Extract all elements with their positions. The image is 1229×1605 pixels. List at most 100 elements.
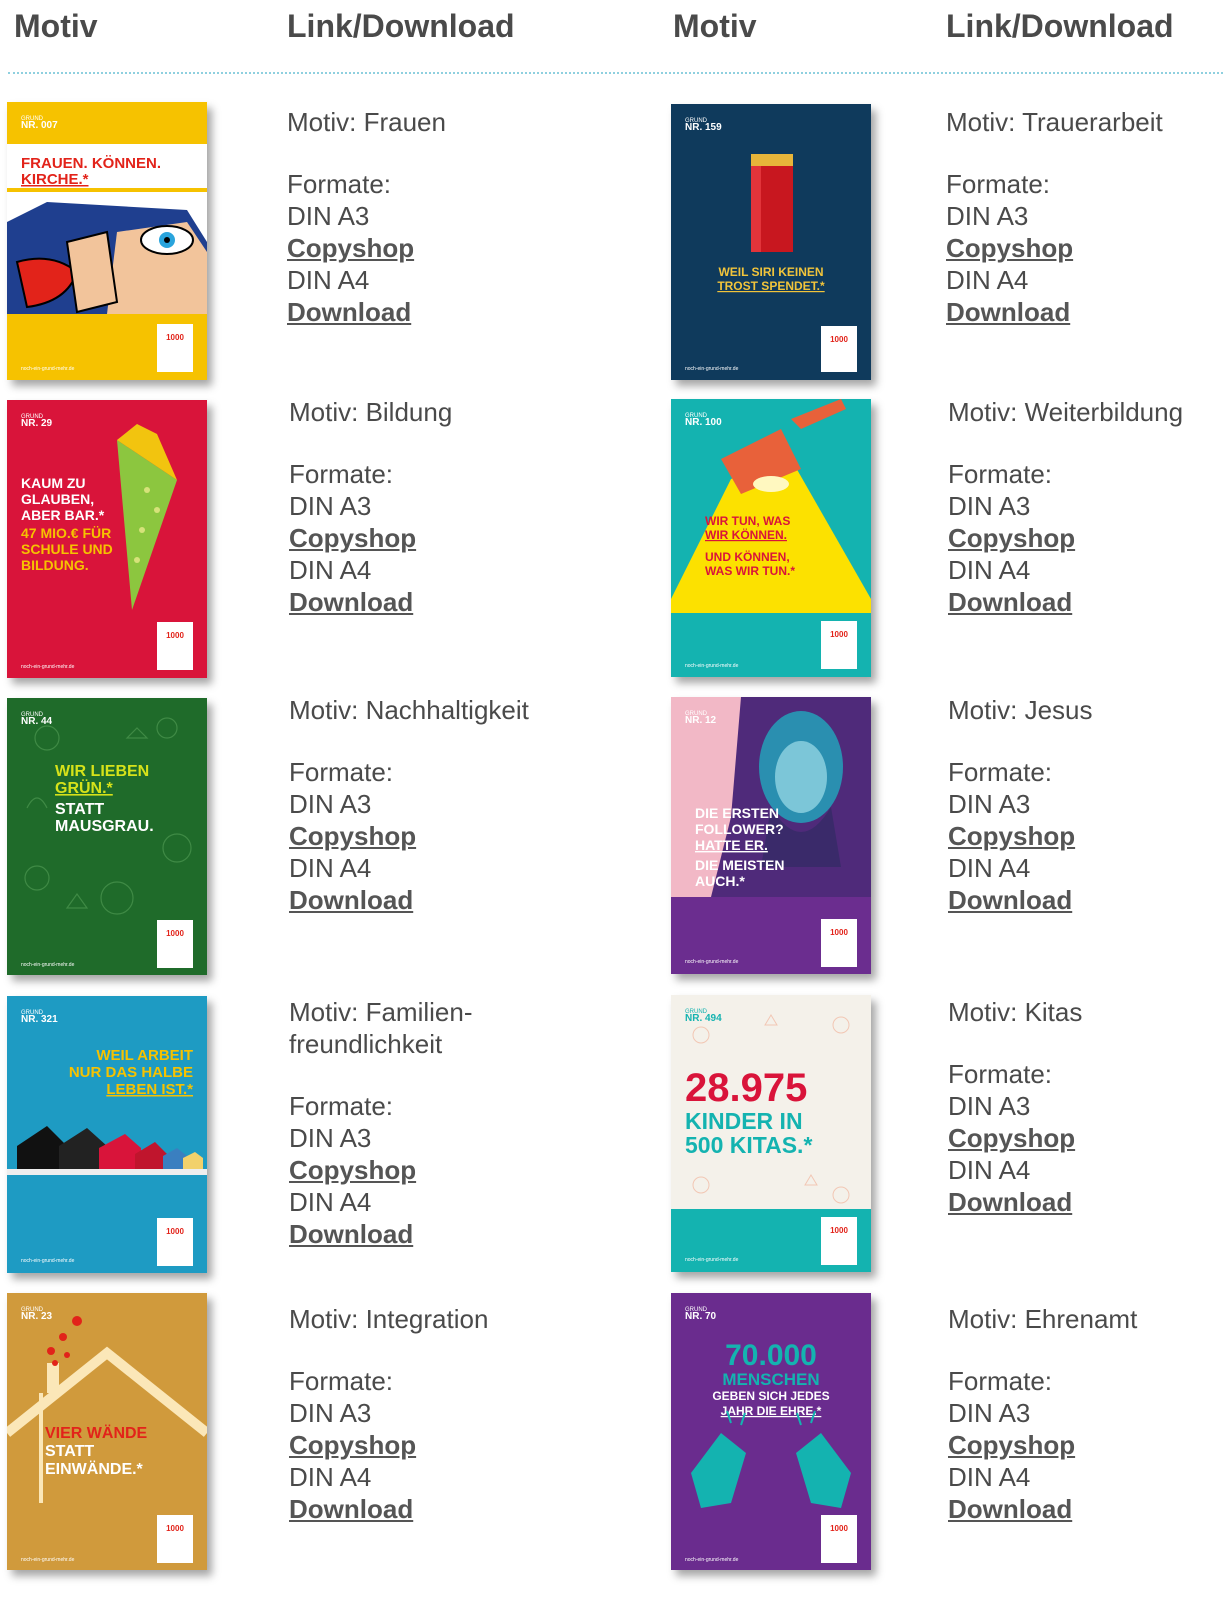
svg-text:1000: 1000 [830, 630, 848, 639]
svg-text:1000: 1000 [830, 928, 848, 937]
download-link[interactable]: Download [289, 884, 559, 916]
format-a4-label: DIN A4 [289, 853, 372, 883]
format-a3-label: DIN A3 [289, 1123, 372, 1153]
formate-label: Formate: [289, 757, 394, 787]
formate-label: Formate: [948, 1366, 1053, 1396]
copyshop-link[interactable]: Copyshop [948, 1122, 1218, 1154]
poster-bildung[interactable]: GRUND NR. 29 KAUM ZU GLAUBEN, ABER BAR.*… [7, 400, 207, 678]
download-link[interactable]: Download [289, 1493, 559, 1525]
poster-number: NR. 23 [21, 1311, 53, 1322]
info-nachhaltigkeit: Motiv: Nachhaltigkeit Formate: DIN A3 Co… [289, 694, 559, 916]
download-link[interactable]: Download [948, 1493, 1218, 1525]
poster-footer: noch-ein-grund-mehr.de [21, 1557, 75, 1563]
svg-text:DIE ERSTEN: DIE ERSTEN [695, 805, 779, 821]
poster-ehrenamt[interactable]: GRUND NR. 70 70.000 MENSCHEN GEBEN SICH … [671, 1293, 871, 1570]
copyshop-link[interactable]: Copyshop [289, 1429, 559, 1461]
copyshop-link[interactable]: Copyshop [289, 1154, 519, 1186]
svg-text:GRÜN.*: GRÜN.* [55, 778, 114, 797]
info-integration: Motiv: Integration Formate: DIN A3 Copys… [289, 1303, 559, 1525]
download-link[interactable]: Download [289, 1218, 519, 1250]
poster-familienfreundlichkeit[interactable]: GRUND NR. 321 WEIL ARBEIT NUR DAS HALBE … [7, 996, 207, 1273]
info-bildung: Motiv: Bildung Formate: DIN A3 Copyshop … [289, 396, 559, 618]
poster-nachhaltigkeit[interactable]: GRUND NR. 44 WIR LIEBEN GRÜN.* STATT MAU… [7, 698, 207, 975]
format-a3-label: DIN A3 [948, 789, 1031, 819]
format-a3-label: DIN A3 [289, 789, 372, 819]
svg-text:500 KITAS.*: 500 KITAS.* [685, 1132, 812, 1158]
info-kitas: Motiv: Kitas Formate: DIN A3 Copyshop DI… [948, 996, 1218, 1218]
download-link[interactable]: Download [289, 586, 559, 618]
download-link[interactable]: Download [948, 586, 1218, 618]
poster-number: NR. 44 [21, 716, 53, 727]
poster-number: NR. 100 [685, 417, 722, 428]
copyshop-link[interactable]: Copyshop [948, 820, 1218, 852]
format-a4-label: DIN A4 [289, 555, 372, 585]
download-link[interactable]: Download [948, 884, 1218, 916]
svg-text:NUR DAS HALBE: NUR DAS HALBE [69, 1064, 193, 1081]
motiv-title: Motiv: Integration [289, 1304, 489, 1334]
poster-footer: noch-ein-grund-mehr.de [685, 663, 739, 669]
svg-text:GEBEN SICH JEDES: GEBEN SICH JEDES [712, 1389, 829, 1403]
poster-footer: noch-ein-grund-mehr.de [685, 366, 739, 372]
format-a3-label: DIN A3 [948, 1398, 1031, 1428]
svg-text:WEIL ARBEIT: WEIL ARBEIT [96, 1047, 193, 1064]
svg-text:28.975: 28.975 [685, 1066, 807, 1110]
format-a4-label: DIN A4 [289, 1462, 372, 1492]
svg-text:WIR TUN, WAS: WIR TUN, WAS [705, 514, 790, 528]
poster-number: NR. 70 [685, 1311, 717, 1322]
formate-label: Formate: [948, 459, 1053, 489]
format-a4-label: DIN A4 [946, 265, 1029, 295]
copyshop-link[interactable]: Copyshop [289, 522, 559, 554]
svg-text:1000: 1000 [166, 1227, 184, 1236]
poster-frauen[interactable]: GRUND NR. 007 FRAUEN. KÖNNEN. KIRCHE.* 1… [7, 102, 207, 380]
svg-text:STATT: STATT [55, 801, 104, 818]
svg-text:1000: 1000 [166, 1524, 184, 1533]
format-a3-label: DIN A3 [948, 1091, 1031, 1121]
poster-kitas[interactable]: GRUND NR. 494 28.975 KINDER IN 500 KITAS… [671, 995, 871, 1272]
svg-text:WEIL SIRI KEINEN: WEIL SIRI KEINEN [718, 265, 823, 279]
svg-text:EINWÄNDE.*: EINWÄNDE.* [45, 1460, 144, 1478]
format-a4-label: DIN A4 [948, 555, 1031, 585]
svg-text:SCHULE UND: SCHULE UND [21, 541, 113, 557]
copyshop-link[interactable]: Copyshop [287, 232, 557, 264]
svg-text:1000: 1000 [830, 335, 848, 344]
poster-footer: noch-ein-grund-mehr.de [21, 664, 75, 670]
download-link[interactable]: Download [946, 296, 1216, 328]
info-ehrenamt: Motiv: Ehrenamt Formate: DIN A3 Copyshop… [948, 1303, 1218, 1525]
svg-text:MENSCHEN: MENSCHEN [722, 1370, 819, 1389]
svg-text:70.000: 70.000 [725, 1339, 817, 1372]
motiv-title: Motiv: Frauen [287, 107, 446, 137]
motiv-title: Motiv: Bildung [289, 397, 453, 427]
svg-text:FRAUEN. KÖNNEN.: FRAUEN. KÖNNEN. [21, 155, 161, 172]
poster-integration[interactable]: GRUND NR. 23 VIER WÄNDE STATT EINWÄNDE.*… [7, 1293, 207, 1570]
motiv-title: Motiv: Nachhaltigkeit [289, 695, 529, 725]
svg-text:LEBEN IST.*: LEBEN IST.* [106, 1081, 193, 1098]
copyshop-link[interactable]: Copyshop [289, 820, 559, 852]
svg-text:ABER BAR.*: ABER BAR.* [21, 507, 105, 523]
poster-jesus[interactable]: GRUND NR. 12 DIE ERSTEN FOLLOWER? HATTE … [671, 697, 871, 974]
formate-label: Formate: [289, 1091, 394, 1121]
svg-text:DIE MEISTEN: DIE MEISTEN [695, 857, 784, 873]
copyshop-link[interactable]: Copyshop [948, 522, 1218, 554]
copyshop-link[interactable]: Copyshop [946, 232, 1216, 264]
poster-number: NR. 29 [21, 418, 53, 429]
poster-footer: noch-ein-grund-mehr.de [685, 1257, 739, 1263]
poster-weiterbildung[interactable]: GRUND NR. 100 WIR TUN, WAS WIR KÖNNEN. U… [671, 399, 871, 677]
poster-footer: noch-ein-grund-mehr.de [685, 1557, 739, 1563]
formate-label: Formate: [948, 757, 1053, 787]
poster-number: NR. 007 [21, 120, 58, 131]
download-link[interactable]: Download [948, 1186, 1218, 1218]
motiv-title: Motiv: Trauerarbeit [946, 107, 1163, 137]
formate-label: Formate: [287, 169, 392, 199]
format-a3-label: DIN A3 [946, 201, 1029, 231]
info-familienfreundlichkeit: Motiv: Familien-freundlichkeit Formate: … [289, 996, 519, 1250]
poster-trauerarbeit[interactable]: GRUND NR. 159 WEIL SIRI KEINEN TROST SPE… [671, 104, 871, 380]
format-a3-label: DIN A3 [289, 491, 372, 521]
copyshop-link[interactable]: Copyshop [948, 1429, 1218, 1461]
motiv-title: Motiv: Weiterbildung [948, 397, 1184, 427]
download-link[interactable]: Download [287, 296, 557, 328]
svg-text:KAUM ZU: KAUM ZU [21, 475, 86, 491]
svg-text:1000: 1000 [166, 333, 184, 342]
format-a3-label: DIN A3 [287, 201, 370, 231]
poster-number: NR. 494 [685, 1013, 722, 1024]
format-a3-label: DIN A3 [289, 1398, 372, 1428]
